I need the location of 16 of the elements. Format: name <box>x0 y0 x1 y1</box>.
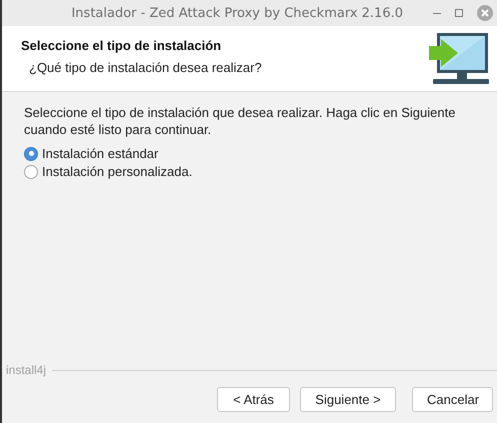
radio-option[interactable]: Instalación personalizada. <box>24 164 497 179</box>
monitor-arrow-icon <box>429 33 489 85</box>
instruction-text: Seleccione el tipo de instalación que desea realizar. Haga clic en Siguiente cuando esté listo para continuar. <box>24 104 456 138</box>
window-title: Instalador - Zed Attack Proxy by Checkmarx 2.16.0 <box>70 6 404 20</box>
maximize-icon[interactable] <box>455 9 463 17</box>
next-button[interactable]: Siguiente > <box>300 387 396 412</box>
radio-option[interactable]: Instalación estándar <box>24 146 497 161</box>
cancel-button[interactable]: Cancelar <box>412 387 493 412</box>
minimize-icon[interactable] <box>433 12 441 14</box>
radio-button[interactable] <box>24 146 38 160</box>
header-title: Seleccione el tipo de instalación <box>21 38 222 53</box>
back-button[interactable]: < Atrás <box>217 387 290 412</box>
radio-button[interactable] <box>24 164 38 178</box>
close-icon[interactable] <box>477 5 493 21</box>
header-subtitle: ¿Qué tipo de instalación desea realizar? <box>28 60 263 75</box>
brand-label: install4j <box>6 363 46 377</box>
